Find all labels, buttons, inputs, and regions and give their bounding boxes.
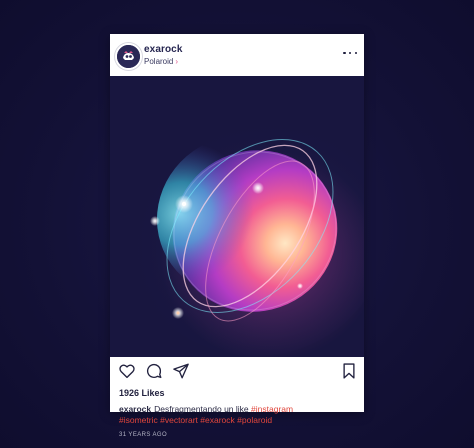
heart-icon[interactable]: [118, 362, 136, 380]
instagram-post-card: exarock Polaroid › 1926 Likes exarock De…: [110, 34, 364, 438]
caption-text: Desfragmentando un like: [154, 404, 249, 414]
post-caption: exarock Desfragmentando un like #instagra…: [119, 404, 359, 425]
avatar[interactable]: [115, 43, 142, 70]
post-image[interactable]: [110, 76, 364, 357]
hashtag-link[interactable]: #isometric: [119, 415, 158, 425]
post-location-label: Polaroid: [144, 57, 174, 66]
avatar-logo-icon: [117, 45, 140, 68]
location-chevron-icon: ›: [175, 57, 179, 66]
hashtag-link[interactable]: #instagram: [251, 404, 293, 414]
more-dot: [348, 51, 352, 55]
hashtag-link[interactable]: #polaroid: [237, 415, 272, 425]
post-location[interactable]: Polaroid ›: [144, 57, 178, 66]
bookmark-icon[interactable]: [340, 362, 358, 380]
glowing-sphere-illustration: [110, 76, 364, 357]
more-options-icon[interactable]: [343, 48, 357, 58]
hashtag-link[interactable]: #exarock: [200, 415, 235, 425]
more-dot: [354, 51, 357, 55]
post-header: exarock Polaroid ›: [110, 34, 364, 75]
comment-icon[interactable]: [145, 362, 163, 380]
caption-username[interactable]: exarock: [119, 404, 151, 414]
post-timestamp: 31 YEARS AGO: [119, 432, 168, 438]
hashtag-link[interactable]: #vectorart: [160, 415, 198, 425]
likes-count[interactable]: 1926 Likes: [119, 388, 165, 398]
more-dot: [343, 51, 346, 55]
send-icon[interactable]: [172, 362, 190, 380]
post-username[interactable]: exarock: [144, 44, 183, 55]
post-actions-bar: [110, 358, 364, 384]
